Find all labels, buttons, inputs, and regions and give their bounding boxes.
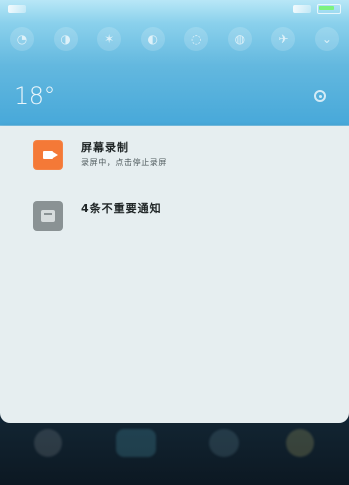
dock-app-icon-1 [34,429,62,457]
quick-toggle-row: ◔ ◑ ✶ ◐ ◌ ◍ ✈ ⌄ [10,26,339,52]
settings-gear-icon[interactable] [314,90,326,102]
battery-icon [317,4,341,14]
wifi-toggle-icon[interactable]: ◔ [10,27,34,51]
wifi-icon [293,5,311,13]
signal-icon [8,5,26,13]
airplane-toggle-icon[interactable]: ✈ [271,27,296,51]
mobile-data-toggle-icon[interactable]: ◑ [53,27,78,51]
notification-text: 4条不重要通知 [81,201,162,216]
status-bar [8,2,341,16]
rotation-toggle-icon[interactable]: ◌ [184,27,209,51]
home-screen-dock-background [0,423,349,485]
status-right-area [293,4,341,14]
message-box-icon [41,210,55,222]
notification-title: 4条不重要通知 [81,202,162,215]
notification-text: 屏幕录制 录屏中，点击停止录屏 [81,140,167,168]
notification-unimportant-summary[interactable]: 4条不重要通知 [33,201,323,231]
weather-row: 18° [14,82,334,112]
quick-settings-area: ◔ ◑ ✶ ◐ ◌ ◍ ✈ ⌄ 18° [0,0,349,126]
dock-app-icon-3 [209,429,239,457]
brightness-toggle-icon[interactable]: ◍ [227,27,252,51]
bluetooth-toggle-icon[interactable]: ✶ [97,27,122,51]
notification-panel: 屏幕录制 录屏中，点击停止录屏 4条不重要通知 [0,126,349,423]
status-left-area [8,5,26,13]
notification-title: 屏幕录制 [81,141,129,154]
video-camera-icon [43,151,58,159]
dock-app-icon-2 [116,429,156,457]
dock-app-icon-4 [286,429,314,457]
temperature: 18° [14,82,56,110]
android-notification-shade: ◔ ◑ ✶ ◐ ◌ ◍ ✈ ⌄ 18° 屏幕录制 录屏中，点击停止录屏 4条不重… [0,0,349,485]
expand-toggle-icon[interactable]: ⌄ [314,27,339,51]
notification-subtitle: 录屏中，点击停止录屏 [81,158,167,167]
sound-toggle-icon[interactable]: ◐ [140,27,165,51]
notification-screen-recording[interactable]: 屏幕录制 录屏中，点击停止录屏 [33,140,323,170]
unimportant-notifications-icon [33,201,63,231]
screen-recorder-icon [33,140,63,170]
